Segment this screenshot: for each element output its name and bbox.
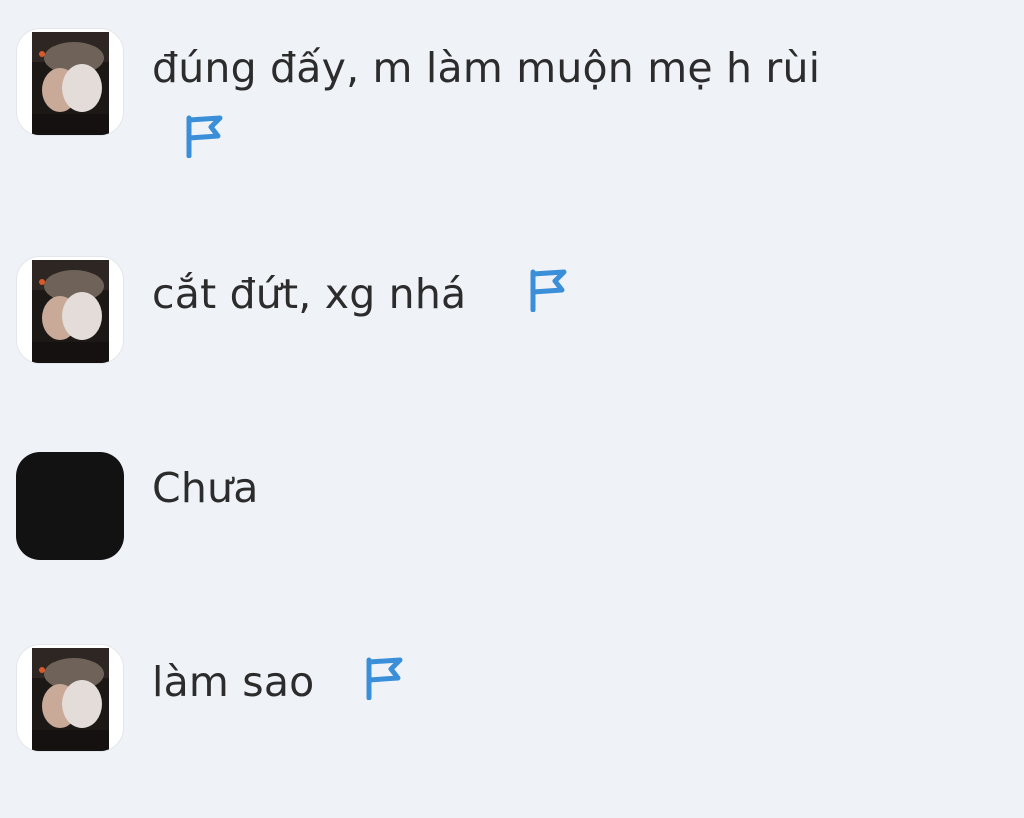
- avatar[interactable]: [16, 28, 124, 136]
- avatar-photo-image: [32, 648, 109, 751]
- flag-icon[interactable]: [528, 268, 568, 312]
- message-row: cắt đứt, xg nhá: [0, 256, 1024, 376]
- message-text: đúng đấy, m làm muộn mẹ h rùi: [152, 44, 821, 92]
- message-row: Chưa: [0, 452, 1024, 572]
- message-row: đúng đấy, m làm muộn mẹ h rùi: [0, 28, 1024, 158]
- message-text: cắt đứt, xg nhá: [152, 270, 467, 318]
- flag-icon[interactable]: [364, 656, 404, 700]
- avatar[interactable]: [16, 452, 124, 560]
- message-text: Chưa: [152, 464, 259, 512]
- avatar-photo-image: [32, 32, 109, 135]
- message-row: làm sao: [0, 644, 1024, 764]
- flag-icon[interactable]: [184, 114, 224, 158]
- avatar-photo-image: [32, 260, 109, 363]
- avatar[interactable]: [16, 644, 124, 752]
- avatar[interactable]: [16, 256, 124, 364]
- message-text: làm sao: [152, 658, 315, 706]
